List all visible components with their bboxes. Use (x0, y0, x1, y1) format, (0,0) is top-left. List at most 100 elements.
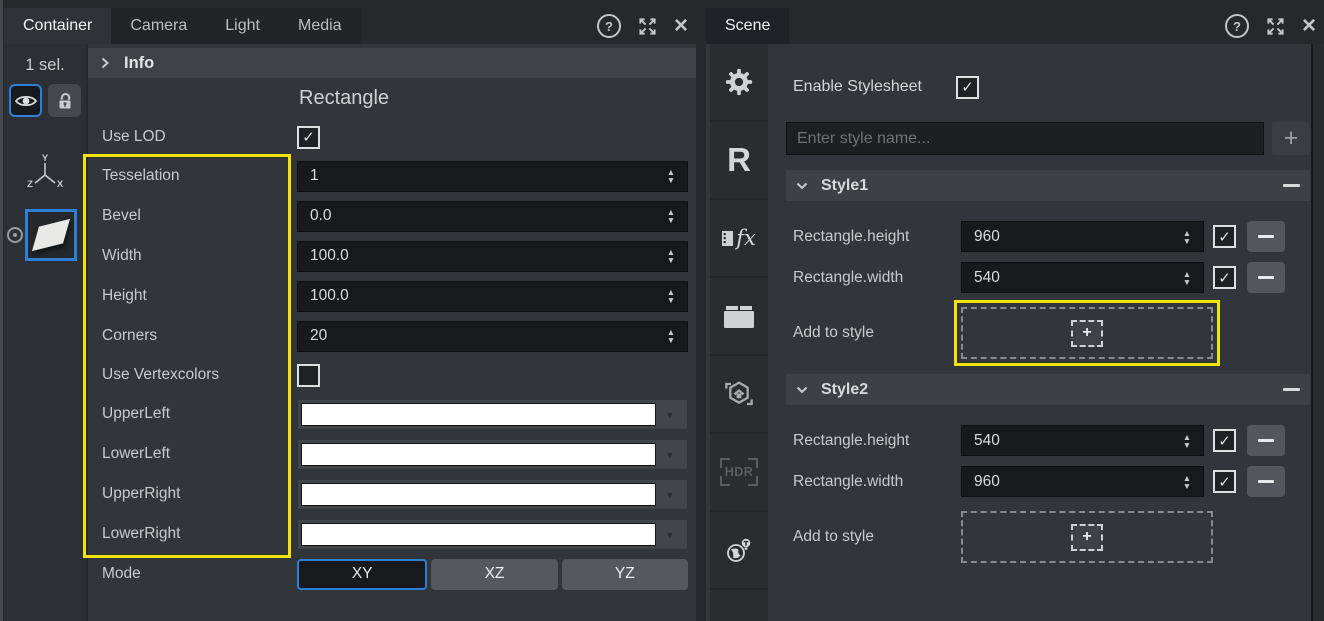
color-swatch (301, 443, 656, 466)
settings-gear-tab[interactable] (710, 44, 768, 122)
property-label: Use LOD (88, 128, 297, 146)
container-tab-row: Container Camera Light Media ? × (4, 0, 696, 44)
style-name-input[interactable] (786, 122, 1264, 155)
tab-media[interactable]: Media (279, 8, 361, 44)
property-label: Tesselation (88, 167, 297, 185)
style1-group-header[interactable]: Style1 (786, 170, 1310, 201)
style-property-enabled-checkbox[interactable] (1213, 266, 1236, 289)
use-lod-checkbox[interactable] (297, 126, 320, 149)
style-property-enabled-checkbox[interactable] (1213, 470, 1236, 493)
scene-category-rail: R fx (710, 44, 768, 621)
media-bin-tab[interactable] (710, 278, 768, 356)
info-section-header[interactable]: Info (88, 48, 696, 78)
corners-input[interactable]: 20 (297, 321, 688, 352)
remove-property-button[interactable] (1247, 425, 1285, 456)
mode-xz-button[interactable]: XZ (431, 559, 557, 590)
world-light-tab[interactable] (710, 512, 768, 590)
property-row: LowerRight (88, 514, 696, 554)
chevron-down-icon (656, 525, 684, 543)
remove-style-icon[interactable] (1283, 184, 1300, 187)
remove-style-icon[interactable] (1283, 388, 1300, 391)
spinner-arrows-icon[interactable] (1176, 263, 1198, 292)
panel-window-controls: ? × (1225, 8, 1324, 44)
hdr-tab[interactable]: HDR (710, 434, 768, 512)
style1-add-dropzone[interactable]: + (961, 307, 1213, 359)
selection-count: 1 sel. (25, 56, 64, 75)
style1-height-input[interactable]: 960 (961, 221, 1204, 252)
help-icon[interactable]: ? (597, 14, 621, 38)
mode-xy-button[interactable]: XY (297, 559, 427, 590)
color-swatch (301, 523, 656, 546)
enable-stylesheet-checkbox[interactable] (956, 76, 979, 99)
tab-scene[interactable]: Scene (706, 8, 789, 44)
plus-drop-icon[interactable]: + (1071, 524, 1103, 551)
renderer-tab[interactable]: R (710, 122, 768, 200)
chevron-down-icon[interactable] (796, 182, 808, 190)
unlock-icon (56, 91, 74, 111)
spinner-arrows-icon[interactable] (1176, 222, 1198, 251)
property-row: UpperRight (88, 474, 696, 514)
style2-group-header[interactable]: Style2 (786, 374, 1310, 405)
property-label: Width (88, 247, 297, 265)
spinner-arrows-icon[interactable] (660, 202, 682, 231)
effects-tab[interactable]: fx (710, 200, 768, 278)
close-icon[interactable]: × (1302, 16, 1316, 36)
use-vertexcolors-checkbox[interactable] (297, 364, 320, 387)
tab-camera[interactable]: Camera (111, 8, 206, 44)
tab-light[interactable]: Light (206, 8, 279, 44)
style-property-row: Rectangle.width 960 (786, 466, 1310, 497)
bevel-input[interactable]: 0.0 (297, 201, 688, 232)
tesselation-input[interactable]: 1 (297, 161, 688, 192)
style-property-enabled-checkbox[interactable] (1213, 225, 1236, 248)
property-row: Mode XY XZ YZ (88, 554, 696, 594)
add-to-style-row: Add to style + (786, 307, 1310, 359)
property-label: LowerLeft (88, 445, 297, 463)
tab-container[interactable]: Container (4, 8, 111, 44)
spinner-arrows-icon[interactable] (1176, 467, 1198, 496)
world-lightbulb-icon (724, 535, 754, 565)
panel-right-margin (1311, 44, 1324, 621)
help-icon[interactable]: ? (1225, 14, 1249, 38)
property-label: UpperLeft (88, 405, 297, 423)
scene-panel: Scene ? × (706, 0, 1324, 621)
remove-property-button[interactable] (1247, 466, 1285, 497)
rectangle-node-thumbnail[interactable] (25, 209, 77, 261)
style-property-enabled-checkbox[interactable] (1213, 429, 1236, 452)
lock-toggle-button[interactable] (48, 84, 81, 117)
chevron-down-icon[interactable] (796, 386, 808, 394)
lowerright-color-dropdown[interactable] (297, 519, 688, 550)
expand-icon[interactable] (638, 17, 657, 36)
remove-property-button[interactable] (1247, 221, 1285, 252)
add-style-button[interactable]: + (1272, 122, 1310, 155)
axis-gizmo-icon: Y Z X (22, 153, 68, 197)
node-radio-indicator[interactable] (7, 227, 23, 243)
property-row: UpperLeft (88, 394, 696, 434)
style2-add-dropzone[interactable]: + (961, 511, 1213, 563)
plane-icon (32, 219, 70, 251)
style2-height-input[interactable]: 540 (961, 425, 1204, 456)
height-input[interactable]: 100.0 (297, 281, 688, 312)
style2-width-input[interactable]: 960 (961, 466, 1204, 497)
spinner-arrows-icon[interactable] (660, 242, 682, 271)
spinner-arrows-icon[interactable] (660, 162, 682, 191)
remove-property-button[interactable] (1247, 262, 1285, 293)
style1-width-input[interactable]: 540 (961, 262, 1204, 293)
prefab-tab[interactable] (710, 356, 768, 434)
mode-yz-button[interactable]: YZ (562, 559, 688, 590)
plus-drop-icon[interactable]: + (1071, 320, 1103, 347)
upperright-color-dropdown[interactable] (297, 479, 688, 510)
lowerleft-color-dropdown[interactable] (297, 439, 688, 470)
property-row: Height 100.0 (88, 276, 696, 316)
spinner-arrows-icon[interactable] (660, 282, 682, 311)
spinner-arrows-icon[interactable] (1176, 426, 1198, 455)
spinner-arrows-icon[interactable] (660, 322, 682, 351)
chevron-down-icon (656, 445, 684, 463)
visibility-toggle-button[interactable] (9, 84, 42, 117)
upperleft-color-dropdown[interactable] (297, 399, 688, 430)
width-input[interactable]: 100.0 (297, 241, 688, 272)
expand-icon[interactable] (1266, 17, 1285, 36)
property-label: Bevel (88, 207, 297, 225)
chevron-right-icon (101, 57, 109, 69)
close-icon[interactable]: × (674, 16, 688, 36)
style-property-label: Rectangle.width (786, 269, 961, 287)
